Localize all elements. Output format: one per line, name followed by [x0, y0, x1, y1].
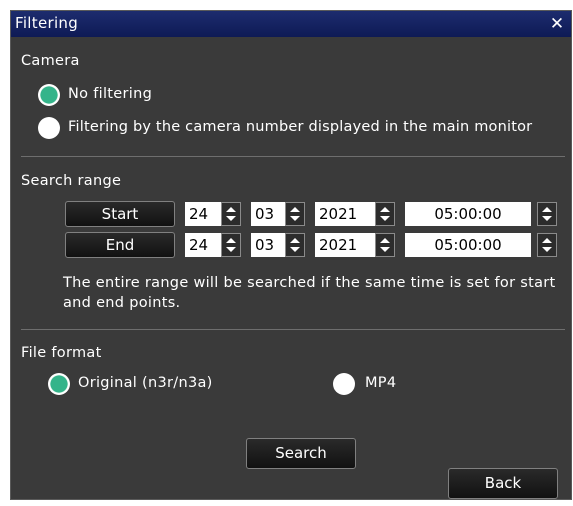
divider [21, 156, 565, 157]
back-button[interactable]: Back [448, 468, 558, 499]
end-month-spinner[interactable] [285, 233, 305, 257]
search-range-heading: Search range [21, 173, 122, 189]
start-month-field[interactable]: 03 [251, 202, 285, 226]
start-button[interactable]: Start [65, 201, 175, 227]
start-day-field[interactable]: 24 [185, 202, 221, 226]
search-button[interactable]: Search [246, 438, 356, 469]
start-year-field[interactable]: 2021 [315, 202, 375, 226]
start-time-field[interactable]: 05:00:00 [405, 202, 531, 226]
start-time-spinner[interactable] [537, 202, 557, 226]
divider [21, 329, 565, 330]
start-month-spinner[interactable] [285, 202, 305, 226]
dialog-title: Filtering [15, 14, 79, 32]
end-month-field[interactable]: 03 [251, 233, 285, 257]
end-year-spinner[interactable] [375, 233, 395, 257]
radio-filter-by-camera-label: Filtering by the camera number displayed… [68, 119, 533, 135]
radio-mp4-format-label: MP4 [365, 375, 397, 391]
end-day-field[interactable]: 24 [185, 233, 221, 257]
title-bar: Filtering ✕ [11, 11, 571, 37]
start-day-spinner[interactable] [221, 202, 241, 226]
camera-heading: Camera [21, 53, 80, 69]
end-day-spinner[interactable] [221, 233, 241, 257]
end-button[interactable]: End [65, 232, 175, 258]
filtering-dialog: Filtering ✕ Camera No filtering Filterin… [10, 10, 572, 500]
close-icon[interactable]: ✕ [547, 14, 567, 34]
radio-original-format-label: Original (n3r/n3a) [78, 375, 213, 391]
radio-mp4-format[interactable] [333, 373, 355, 395]
end-time-spinner[interactable] [537, 233, 557, 257]
file-format-heading: File format [21, 345, 102, 361]
radio-filter-by-camera[interactable] [38, 117, 60, 139]
end-year-field[interactable]: 2021 [315, 233, 375, 257]
search-range-note: The entire range will be searched if the… [63, 275, 556, 311]
radio-no-filtering[interactable] [38, 84, 60, 106]
radio-no-filtering-label: No filtering [68, 86, 153, 102]
radio-original-format[interactable] [48, 373, 70, 395]
start-year-spinner[interactable] [375, 202, 395, 226]
end-time-field[interactable]: 05:00:00 [405, 233, 531, 257]
